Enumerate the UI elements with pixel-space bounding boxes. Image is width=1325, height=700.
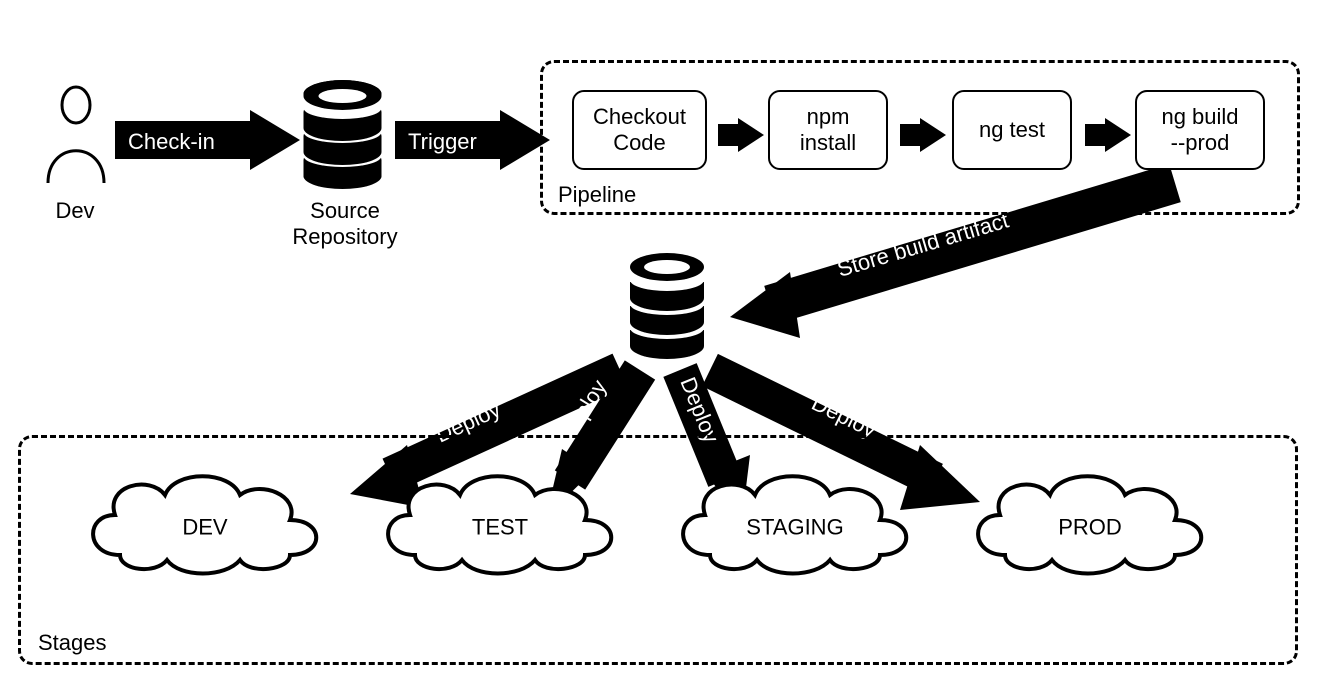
source-repo-label-2: Repository [292,224,397,249]
pipeline-step-ng-test: ng test [952,90,1072,170]
stages-caption: Stages [38,630,107,656]
cloud-dev: DEV [75,460,335,590]
pipeline-step-ng-build: ng build--prod [1135,90,1265,170]
pipeline-step-checkout: CheckoutCode [572,90,707,170]
env-prod-label: PROD [960,515,1220,541]
svg-text:Check-in: Check-in [128,129,215,154]
env-staging-label: STAGING [665,515,925,541]
cloud-test: TEST [370,460,630,590]
arrow-checkin: Check-in [115,110,300,170]
cloud-prod: PROD [960,460,1220,590]
cloud-staging: STAGING [665,460,925,590]
dev-icon [40,85,112,190]
pipeline-caption: Pipeline [558,182,636,208]
source-repository-icon [295,80,390,200]
env-dev-label: DEV [75,515,335,541]
dev-label: Dev [30,198,120,224]
env-test-label: TEST [370,515,630,541]
pipeline-step-npm-install: npminstall [768,90,888,170]
artifact-store-icon [622,252,712,369]
arrow-trigger: Trigger [395,110,550,170]
source-repo-label-1: Source [310,198,380,223]
svg-text:Trigger: Trigger [408,129,477,154]
